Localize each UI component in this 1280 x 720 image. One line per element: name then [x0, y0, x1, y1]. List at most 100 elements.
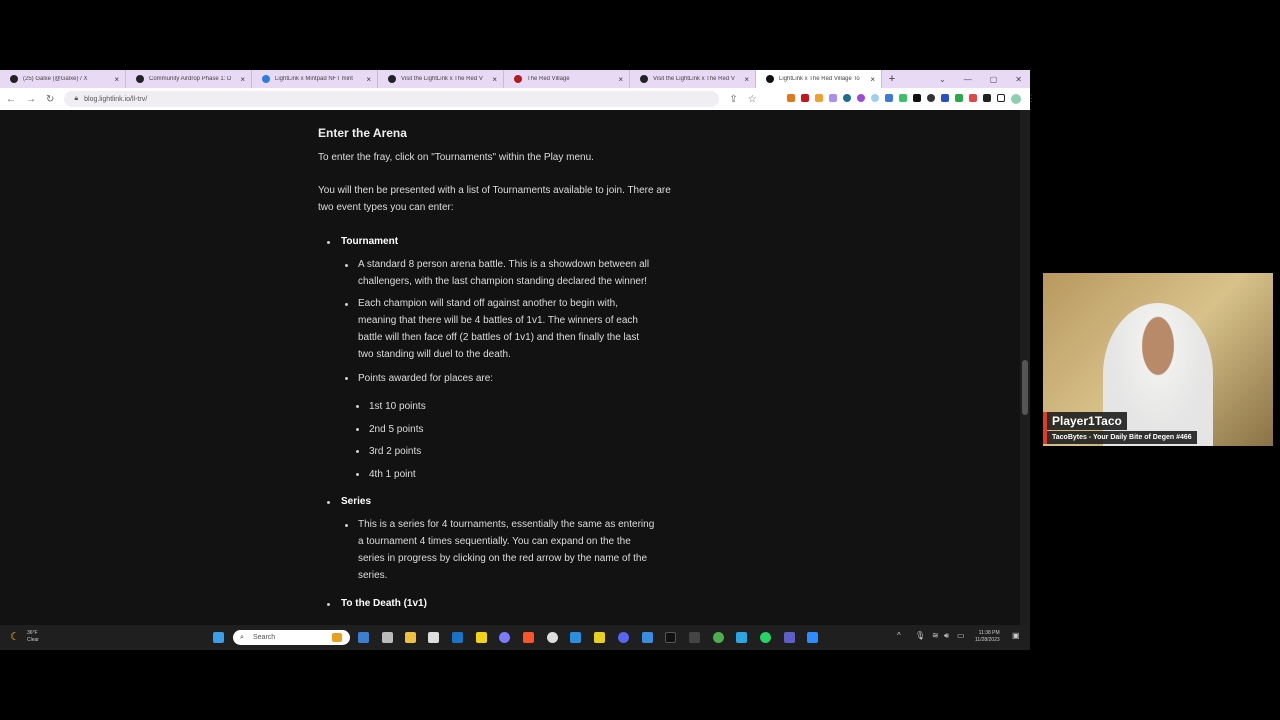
extension-icon[interactable]: [828, 94, 837, 102]
close-tab-icon[interactable]: ×: [744, 75, 749, 84]
stream-subtitle: TacoBytes - Your Daily Bite of Degen #46…: [1047, 431, 1197, 444]
metamask-icon[interactable]: [786, 94, 795, 102]
points-item: 3rd 2 points: [369, 446, 422, 457]
back-icon[interactable]: ←: [6, 94, 16, 105]
tab[interactable]: The Red Village ×: [504, 70, 630, 88]
close-window-button[interactable]: ✕: [1015, 75, 1022, 84]
paragraph-text: You will then be presented with a list o…: [318, 185, 671, 196]
volume-icon[interactable]: 🔊︎: [944, 631, 949, 641]
favicon-icon: [388, 75, 396, 83]
section-heading: Enter the Arena: [318, 126, 407, 140]
pdf-icon[interactable]: [800, 94, 809, 102]
tab-title: Visit the LightLink x The Red V: [653, 76, 735, 82]
outlook-icon[interactable]: [452, 632, 463, 643]
address-bar[interactable]: 🔒︎ blog.lightlink.io/ll-trv/: [64, 91, 720, 107]
brave-icon[interactable]: [523, 632, 534, 643]
event-type-tournament: Tournament: [341, 236, 399, 247]
close-tab-icon[interactable]: ×: [240, 75, 245, 84]
tiktok-icon[interactable]: [665, 632, 676, 643]
browser-window: (25) Galxe (@Galxe) / X × Community Airdro…: [0, 70, 1036, 650]
tab-search-icon[interactable]: ⌄: [939, 75, 946, 84]
lower-third: Player1Taco TacoBytes - Your Daily Bite …: [1043, 410, 1273, 446]
tab[interactable]: (25) Galxe (@Galxe) / X ×: [0, 70, 126, 88]
maximize-button[interactable]: ▢: [990, 75, 998, 84]
sidepanel-icon[interactable]: [996, 94, 1005, 102]
notifications-icon[interactable]: ▣: [1012, 631, 1020, 640]
extension-icon[interactable]: [856, 94, 865, 102]
extension-icon[interactable]: [968, 94, 977, 102]
share-icon[interactable]: ⇪: [729, 94, 737, 105]
toolbar: ← → ↻ 🔒︎ blog.lightlink.io/ll-trv/ ⇪ ☆ ⋮: [0, 88, 1036, 110]
new-tab-button[interactable]: +: [882, 73, 902, 85]
scrollbar-thumb[interactable]: [1022, 360, 1028, 415]
tab[interactable]: LightLink x The Red Village To ×: [756, 70, 882, 88]
webcam-overlay: Player1Taco TacoBytes - Your Daily Bite …: [1043, 273, 1273, 446]
sticky-notes-icon[interactable]: [476, 632, 487, 643]
whatsapp-icon[interactable]: [760, 632, 771, 643]
tab[interactable]: LightLink x Mintpad NFT mint ×: [252, 70, 378, 88]
app-icon[interactable]: [499, 632, 510, 643]
clock[interactable]: 11:38 PM 11/28/2023: [975, 630, 1000, 644]
telegram-icon[interactable]: [736, 632, 747, 643]
article-content: Enter the Arena To enter the fray, click…: [0, 110, 1020, 625]
forward-icon[interactable]: →: [26, 94, 36, 105]
close-tab-icon[interactable]: ×: [870, 75, 875, 84]
copilot-icon[interactable]: [358, 632, 369, 643]
scrollbar[interactable]: [1020, 110, 1030, 625]
teams-icon[interactable]: [784, 632, 795, 643]
extension-icon[interactable]: [870, 94, 879, 102]
close-tab-icon[interactable]: ×: [618, 75, 623, 84]
chrome-icon[interactable]: [547, 632, 558, 643]
app-icon[interactable]: [594, 632, 605, 643]
extension-icon[interactable]: [884, 94, 893, 102]
snipping-icon[interactable]: [428, 632, 439, 643]
vscode-icon[interactable]: [570, 632, 581, 643]
tab[interactable]: Visit the LightLink x The Red V ×: [630, 70, 756, 88]
chevron-up-icon[interactable]: ^: [897, 631, 901, 640]
zoom-icon[interactable]: [807, 632, 818, 643]
extension-icon[interactable]: [926, 94, 935, 102]
tab-title: LightLink x Mintpad NFT mint: [275, 76, 353, 82]
app-icon[interactable]: [642, 632, 653, 643]
tab[interactable]: Visit the LightLink x The Red V ×: [378, 70, 504, 88]
taskbar: ☾ 36°F Clear ⌕ Search ^ 🎙︎ ≋ 🔊︎ ▭ 11:38 PM…: [0, 625, 1030, 650]
bookmark-star-icon[interactable]: ☆: [748, 94, 757, 105]
briefcase-icon: [332, 633, 342, 642]
favicon-icon: [640, 75, 648, 83]
puzzle-icon[interactable]: [982, 94, 991, 102]
intro-text: To enter the fray, click on "Tournaments…: [318, 152, 594, 163]
windows-start-icon[interactable]: [213, 632, 224, 643]
shield-icon[interactable]: [912, 94, 921, 102]
chrome-icon[interactable]: [713, 632, 724, 643]
microphone-icon[interactable]: 🎙︎: [915, 631, 925, 640]
task-view-icon[interactable]: [382, 632, 393, 643]
tab[interactable]: Community Airdrop Phase 1: D ×: [126, 70, 252, 88]
profile-avatar[interactable]: [1010, 94, 1021, 104]
close-tab-icon[interactable]: ×: [492, 75, 497, 84]
extension-icon[interactable]: [898, 94, 907, 102]
reload-icon[interactable]: ↻: [46, 94, 54, 105]
wifi-icon[interactable]: ≋: [932, 631, 939, 640]
event-type-series: Series: [341, 496, 372, 507]
tab-title: Community Airdrop Phase 1: D: [149, 76, 232, 82]
minimize-button[interactable]: —: [964, 75, 972, 84]
taskbar-search[interactable]: ⌕ Search: [233, 630, 350, 645]
menu-icon[interactable]: ⋮: [1027, 94, 1036, 103]
close-tab-icon[interactable]: ×: [114, 75, 119, 84]
extension-icon[interactable]: [814, 94, 823, 102]
close-tab-icon[interactable]: ×: [366, 75, 371, 84]
tournament-format: Each champion will stand off against ano…: [358, 298, 640, 360]
extension-icon[interactable]: [842, 94, 851, 102]
battery-icon[interactable]: ▭: [957, 631, 965, 640]
extension-icon[interactable]: [940, 94, 949, 102]
search-icon: ⌕: [240, 634, 244, 641]
discord-icon[interactable]: [618, 632, 629, 643]
points-item: 1st 10 points: [369, 401, 426, 412]
drive-icon[interactable]: [954, 94, 963, 102]
url-text: blog.lightlink.io/ll-trv/: [84, 95, 148, 103]
tab-title: LightLink x The Red Village To: [779, 76, 860, 82]
weather-widget[interactable]: 36°F Clear: [27, 630, 39, 644]
lock-icon: 🔒︎: [74, 95, 79, 102]
app-icon[interactable]: [689, 632, 700, 643]
file-explorer-icon[interactable]: [405, 632, 416, 643]
